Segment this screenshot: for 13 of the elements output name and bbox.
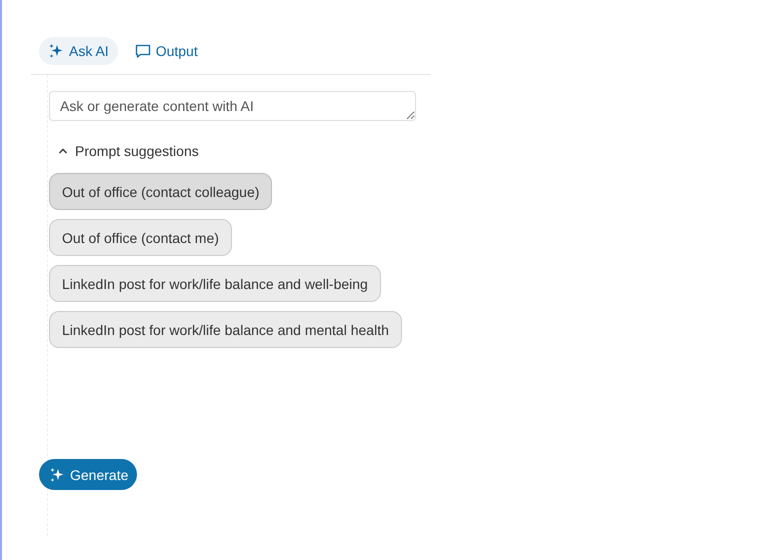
- suggestion-chip[interactable]: Out of office (contact me): [49, 219, 232, 256]
- suggestion-chip[interactable]: Out of office (contact colleague): [49, 173, 272, 210]
- sparkle-icon: [48, 43, 64, 59]
- suggestion-chip[interactable]: LinkedIn post for work/life balance and well-being: [49, 265, 381, 302]
- suggestion-chip[interactable]: LinkedIn post for work/life balance and mental health: [49, 311, 402, 348]
- tab[interactable]: Output: [126, 37, 207, 65]
- prompt-field[interactable]: Ask or generate content with AI: [49, 91, 416, 121]
- generate-button[interactable]: Generate: [39, 459, 138, 490]
- suggestions-toggle[interactable]: Prompt suggestions: [58, 143, 199, 159]
- comment-icon: [134, 43, 151, 59]
- chevron-icon: [58, 146, 68, 156]
- sparkle-icon: [49, 466, 65, 482]
- tab[interactable]: Ask AI: [39, 37, 118, 65]
